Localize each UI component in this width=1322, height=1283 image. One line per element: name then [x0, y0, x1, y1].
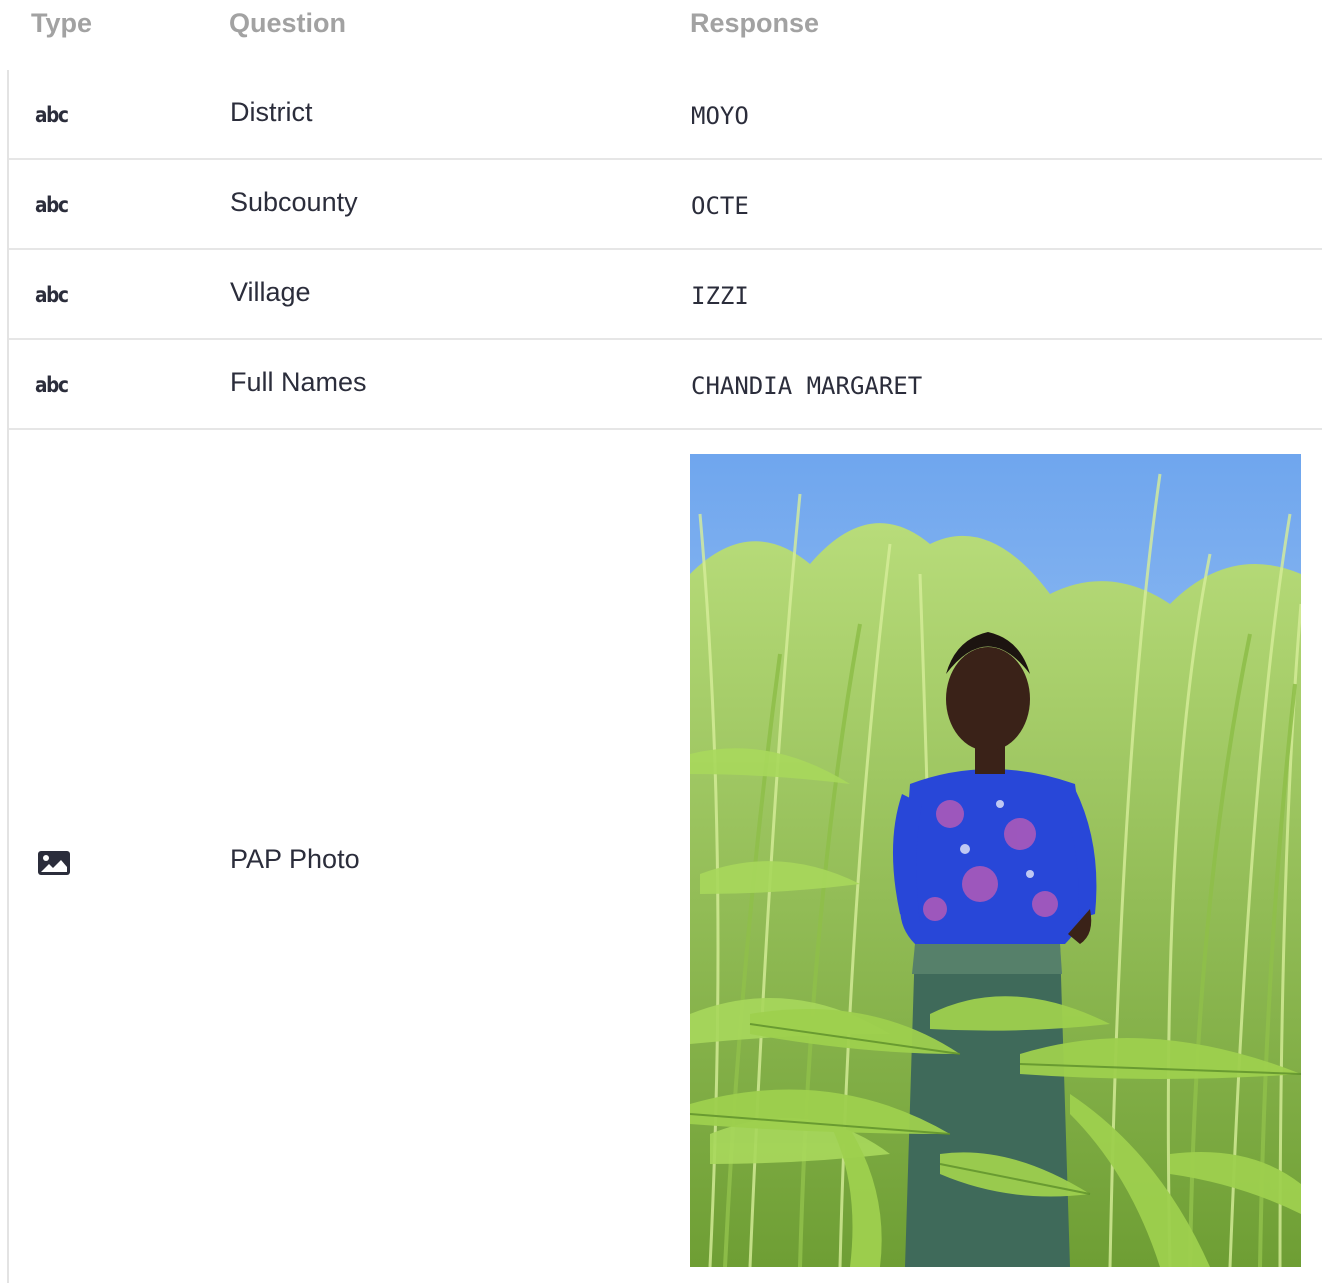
response-value: MOYO — [691, 102, 749, 130]
table-row: abc Full Names CHANDIA MARGARET — [9, 340, 1322, 430]
table-row: abc District MOYO — [9, 70, 1322, 160]
table-row: abc Village IZZI — [9, 250, 1322, 340]
column-header-type: Type — [31, 8, 93, 38]
column-header-question: Question — [229, 8, 347, 38]
response-value: CHANDIA MARGARET — [691, 372, 923, 400]
pap-photo[interactable] — [690, 454, 1301, 1267]
question-label: PAP Photo — [230, 844, 360, 874]
column-header-response: Response — [690, 8, 820, 38]
responses-table: abc District MOYO abc Subcounty OCTE abc… — [7, 70, 1322, 1283]
text-type-icon: abc — [35, 103, 69, 127]
question-label: Subcounty — [230, 187, 358, 217]
response-value: OCTE — [691, 192, 749, 220]
text-type-icon: abc — [35, 373, 69, 397]
text-type-icon: abc — [35, 193, 69, 217]
question-label: Full Names — [230, 367, 367, 397]
question-label: District — [230, 97, 313, 127]
table-row: abc Subcounty OCTE — [9, 160, 1322, 250]
image-type-icon — [37, 850, 71, 876]
table-row-photo: PAP Photo — [9, 430, 1322, 1283]
response-value: IZZI — [691, 282, 749, 310]
table-header: Type Question Response — [0, 0, 1322, 50]
text-type-icon: abc — [35, 283, 69, 307]
question-label: Village — [230, 277, 311, 307]
